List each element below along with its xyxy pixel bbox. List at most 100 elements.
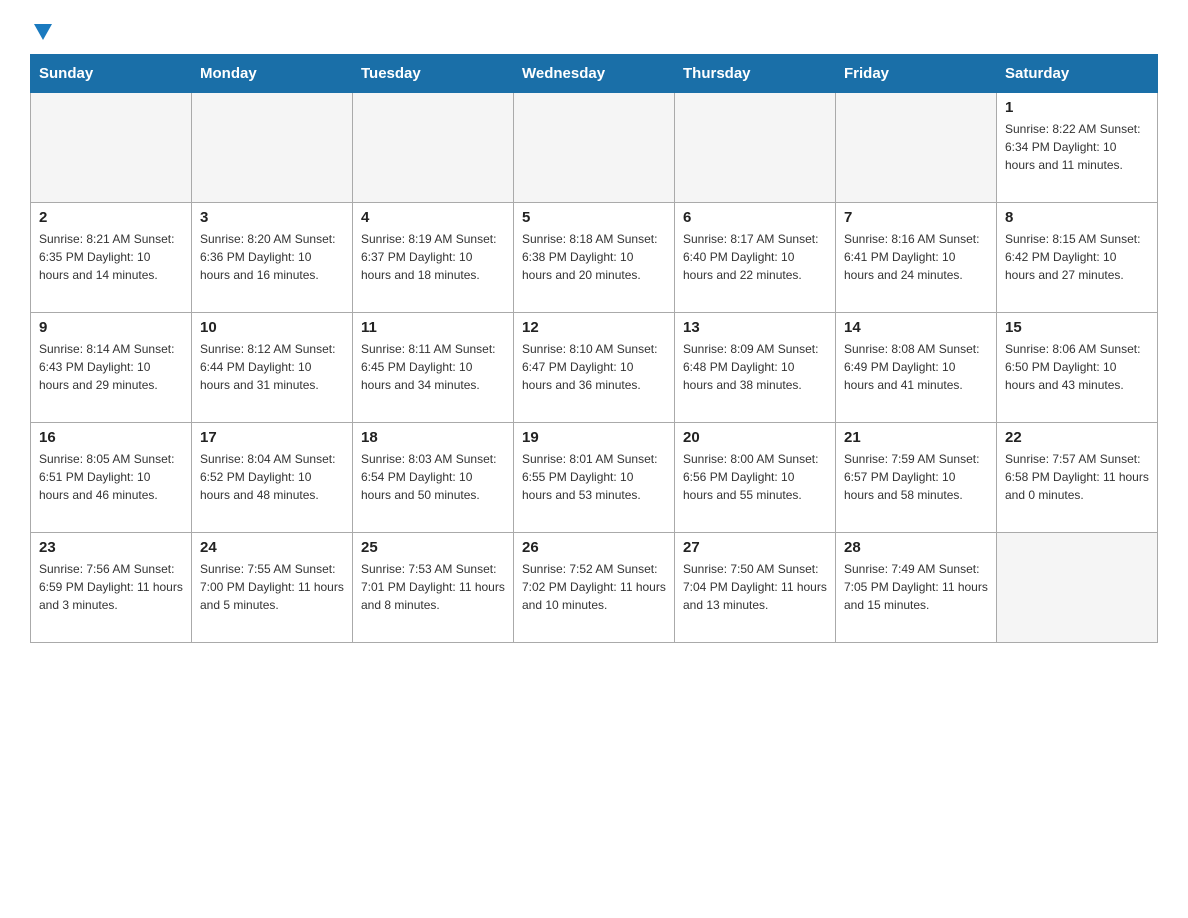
day-detail: Sunrise: 8:22 AM Sunset: 6:34 PM Dayligh… bbox=[1005, 120, 1149, 174]
day-detail: Sunrise: 7:49 AM Sunset: 7:05 PM Dayligh… bbox=[844, 560, 988, 614]
day-detail: Sunrise: 8:21 AM Sunset: 6:35 PM Dayligh… bbox=[39, 230, 183, 284]
day-number: 24 bbox=[200, 539, 344, 556]
day-detail: Sunrise: 8:03 AM Sunset: 6:54 PM Dayligh… bbox=[361, 450, 505, 504]
day-number: 27 bbox=[683, 539, 827, 556]
header-wednesday: Wednesday bbox=[514, 55, 675, 93]
header-thursday: Thursday bbox=[675, 55, 836, 93]
calendar-cell: 14 Sunrise: 8:08 AM Sunset: 6:49 PM Dayli… bbox=[836, 313, 997, 423]
day-detail: Sunrise: 7:53 AM Sunset: 7:01 PM Dayligh… bbox=[361, 560, 505, 614]
day-number: 10 bbox=[200, 319, 344, 336]
calendar-cell: 17 Sunrise: 8:04 AM Sunset: 6:52 PM Dayli… bbox=[192, 423, 353, 533]
day-number: 18 bbox=[361, 429, 505, 446]
day-number: 8 bbox=[1005, 209, 1149, 226]
day-number: 6 bbox=[683, 209, 827, 226]
header-sunday: Sunday bbox=[31, 55, 192, 93]
day-detail: Sunrise: 8:01 AM Sunset: 6:55 PM Dayligh… bbox=[522, 450, 666, 504]
calendar-cell: 16 Sunrise: 8:05 AM Sunset: 6:51 PM Dayli… bbox=[31, 423, 192, 533]
calendar-week-row: 23 Sunrise: 7:56 AM Sunset: 6:59 PM Dayli… bbox=[31, 533, 1158, 643]
day-number: 23 bbox=[39, 539, 183, 556]
day-number: 20 bbox=[683, 429, 827, 446]
day-detail: Sunrise: 8:10 AM Sunset: 6:47 PM Dayligh… bbox=[522, 340, 666, 394]
calendar-cell: 26 Sunrise: 7:52 AM Sunset: 7:02 PM Dayli… bbox=[514, 533, 675, 643]
day-number: 26 bbox=[522, 539, 666, 556]
day-number: 7 bbox=[844, 209, 988, 226]
calendar-week-row: 1 Sunrise: 8:22 AM Sunset: 6:34 PM Daylig… bbox=[31, 93, 1158, 203]
day-number: 25 bbox=[361, 539, 505, 556]
day-detail: Sunrise: 8:12 AM Sunset: 6:44 PM Dayligh… bbox=[200, 340, 344, 394]
calendar-cell bbox=[997, 533, 1158, 643]
day-detail: Sunrise: 8:20 AM Sunset: 6:36 PM Dayligh… bbox=[200, 230, 344, 284]
day-detail: Sunrise: 8:08 AM Sunset: 6:49 PM Dayligh… bbox=[844, 340, 988, 394]
day-detail: Sunrise: 7:52 AM Sunset: 7:02 PM Dayligh… bbox=[522, 560, 666, 614]
day-number: 28 bbox=[844, 539, 988, 556]
header-monday: Monday bbox=[192, 55, 353, 93]
day-number: 5 bbox=[522, 209, 666, 226]
day-detail: Sunrise: 8:14 AM Sunset: 6:43 PM Dayligh… bbox=[39, 340, 183, 394]
calendar-table: SundayMondayTuesdayWednesdayThursdayFrid… bbox=[30, 54, 1158, 643]
day-detail: Sunrise: 8:19 AM Sunset: 6:37 PM Dayligh… bbox=[361, 230, 505, 284]
day-detail: Sunrise: 8:11 AM Sunset: 6:45 PM Dayligh… bbox=[361, 340, 505, 394]
header-saturday: Saturday bbox=[997, 55, 1158, 93]
day-detail: Sunrise: 7:57 AM Sunset: 6:58 PM Dayligh… bbox=[1005, 450, 1149, 504]
calendar-cell: 15 Sunrise: 8:06 AM Sunset: 6:50 PM Dayli… bbox=[997, 313, 1158, 423]
day-detail: Sunrise: 8:00 AM Sunset: 6:56 PM Dayligh… bbox=[683, 450, 827, 504]
header-tuesday: Tuesday bbox=[353, 55, 514, 93]
day-detail: Sunrise: 7:56 AM Sunset: 6:59 PM Dayligh… bbox=[39, 560, 183, 614]
calendar-cell: 10 Sunrise: 8:12 AM Sunset: 6:44 PM Dayli… bbox=[192, 313, 353, 423]
calendar-header-row: SundayMondayTuesdayWednesdayThursdayFrid… bbox=[31, 55, 1158, 93]
calendar-cell: 18 Sunrise: 8:03 AM Sunset: 6:54 PM Dayli… bbox=[353, 423, 514, 533]
day-detail: Sunrise: 8:06 AM Sunset: 6:50 PM Dayligh… bbox=[1005, 340, 1149, 394]
calendar-cell: 24Sunrise: 7:55 AM Sunset: 7:00 PM Dayli… bbox=[192, 533, 353, 643]
day-detail: Sunrise: 7:50 AM Sunset: 7:04 PM Dayligh… bbox=[683, 560, 827, 614]
day-number: 11 bbox=[361, 319, 505, 336]
day-number: 13 bbox=[683, 319, 827, 336]
calendar-cell: 7 Sunrise: 8:16 AM Sunset: 6:41 PM Daylig… bbox=[836, 203, 997, 313]
day-number: 9 bbox=[39, 319, 183, 336]
day-number: 17 bbox=[200, 429, 344, 446]
day-number: 19 bbox=[522, 429, 666, 446]
calendar-cell: 22 Sunrise: 7:57 AM Sunset: 6:58 PM Dayli… bbox=[997, 423, 1158, 533]
calendar-cell: 4 Sunrise: 8:19 AM Sunset: 6:37 PM Daylig… bbox=[353, 203, 514, 313]
day-detail: Sunrise: 8:15 AM Sunset: 6:42 PM Dayligh… bbox=[1005, 230, 1149, 284]
page-header bbox=[30, 20, 1158, 38]
day-number: 3 bbox=[200, 209, 344, 226]
calendar-cell: 2 Sunrise: 8:21 AM Sunset: 6:35 PM Daylig… bbox=[31, 203, 192, 313]
calendar-cell: 8 Sunrise: 8:15 AM Sunset: 6:42 PM Daylig… bbox=[997, 203, 1158, 313]
calendar-cell: 11 Sunrise: 8:11 AM Sunset: 6:45 PM Dayli… bbox=[353, 313, 514, 423]
day-number: 14 bbox=[844, 319, 988, 336]
calendar-cell: 23 Sunrise: 7:56 AM Sunset: 6:59 PM Dayli… bbox=[31, 533, 192, 643]
calendar-cell: 5 Sunrise: 8:18 AM Sunset: 6:38 PM Daylig… bbox=[514, 203, 675, 313]
day-number: 15 bbox=[1005, 319, 1149, 336]
day-number: 4 bbox=[361, 209, 505, 226]
calendar-cell bbox=[192, 93, 353, 203]
calendar-cell: 13Sunrise: 8:09 AM Sunset: 6:48 PM Dayli… bbox=[675, 313, 836, 423]
calendar-cell: 19 Sunrise: 8:01 AM Sunset: 6:55 PM Dayli… bbox=[514, 423, 675, 533]
header-friday: Friday bbox=[836, 55, 997, 93]
day-detail: Sunrise: 8:17 AM Sunset: 6:40 PM Dayligh… bbox=[683, 230, 827, 284]
calendar-cell: 6 Sunrise: 8:17 AM Sunset: 6:40 PM Daylig… bbox=[675, 203, 836, 313]
day-detail: Sunrise: 8:16 AM Sunset: 6:41 PM Dayligh… bbox=[844, 230, 988, 284]
calendar-cell: 21Sunrise: 7:59 AM Sunset: 6:57 PM Dayli… bbox=[836, 423, 997, 533]
calendar-cell: 28 Sunrise: 7:49 AM Sunset: 7:05 PM Dayli… bbox=[836, 533, 997, 643]
calendar-week-row: 16 Sunrise: 8:05 AM Sunset: 6:51 PM Dayli… bbox=[31, 423, 1158, 533]
calendar-cell bbox=[675, 93, 836, 203]
day-detail: Sunrise: 8:04 AM Sunset: 6:52 PM Dayligh… bbox=[200, 450, 344, 504]
calendar-cell: 1 Sunrise: 8:22 AM Sunset: 6:34 PM Daylig… bbox=[997, 93, 1158, 203]
day-number: 22 bbox=[1005, 429, 1149, 446]
logo-triangle-icon bbox=[32, 20, 54, 42]
day-number: 21 bbox=[844, 429, 988, 446]
calendar-cell: 25 Sunrise: 7:53 AM Sunset: 7:01 PM Dayli… bbox=[353, 533, 514, 643]
day-number: 12 bbox=[522, 319, 666, 336]
calendar-cell: 12 Sunrise: 8:10 AM Sunset: 6:47 PM Dayli… bbox=[514, 313, 675, 423]
day-number: 16 bbox=[39, 429, 183, 446]
calendar-cell bbox=[353, 93, 514, 203]
day-number: 1 bbox=[1005, 99, 1149, 116]
day-detail: Sunrise: 8:18 AM Sunset: 6:38 PM Dayligh… bbox=[522, 230, 666, 284]
calendar-week-row: 2 Sunrise: 8:21 AM Sunset: 6:35 PM Daylig… bbox=[31, 203, 1158, 313]
day-detail: Sunrise: 8:05 AM Sunset: 6:51 PM Dayligh… bbox=[39, 450, 183, 504]
calendar-cell: 9 Sunrise: 8:14 AM Sunset: 6:43 PM Daylig… bbox=[31, 313, 192, 423]
calendar-cell: 20 Sunrise: 8:00 AM Sunset: 6:56 PM Dayli… bbox=[675, 423, 836, 533]
day-number: 2 bbox=[39, 209, 183, 226]
logo bbox=[30, 20, 54, 38]
calendar-week-row: 9 Sunrise: 8:14 AM Sunset: 6:43 PM Daylig… bbox=[31, 313, 1158, 423]
